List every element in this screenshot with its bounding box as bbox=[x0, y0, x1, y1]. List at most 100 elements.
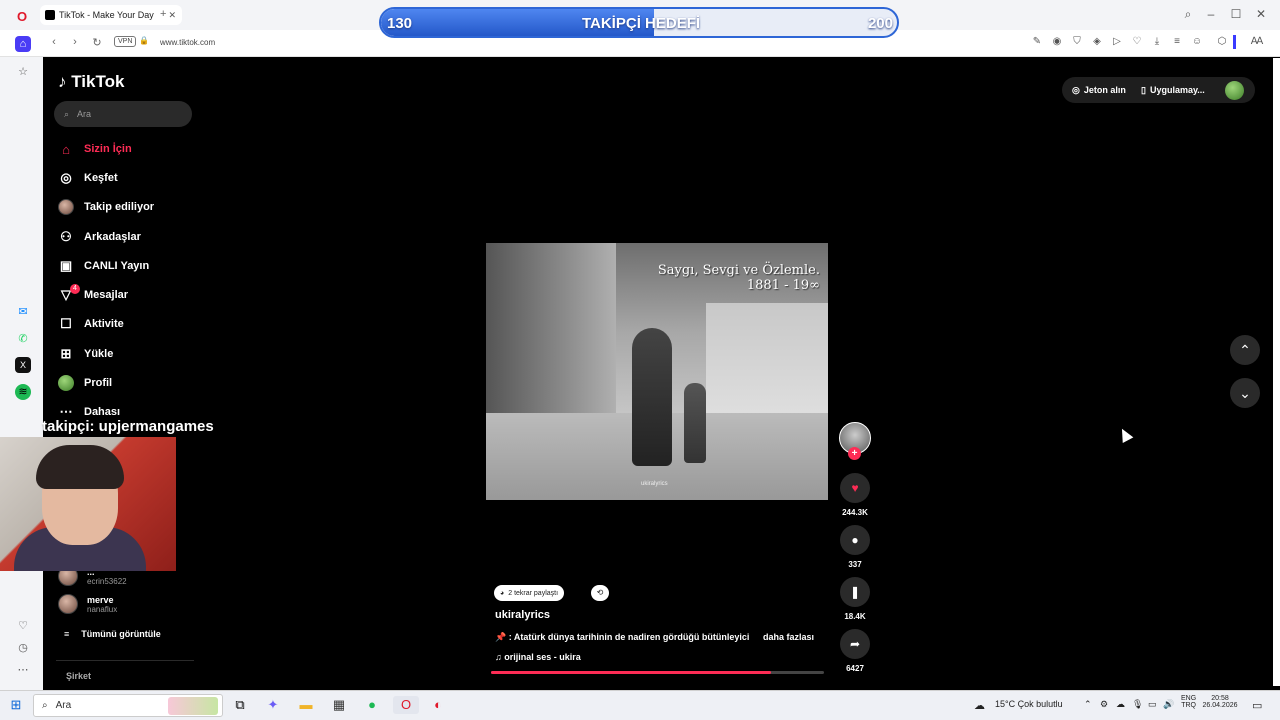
nav-messages[interactable]: ▽ Mesajlar bbox=[58, 284, 128, 306]
whatsapp-icon[interactable]: ✆ bbox=[15, 331, 31, 347]
nav-for-you[interactable]: ⌂ Sizin İçin bbox=[58, 138, 132, 160]
language-indicator[interactable]: ENG TRQ bbox=[1181, 695, 1196, 709]
tiktok-logo[interactable]: ♪ TikTok bbox=[58, 72, 124, 92]
new-tab-icon[interactable]: + bbox=[160, 8, 166, 20]
next-video-button[interactable]: ⌄ bbox=[1230, 378, 1260, 408]
reload-icon[interactable]: ↻ bbox=[90, 36, 104, 49]
video-author[interactable]: ukiralyrics bbox=[495, 609, 550, 621]
upload-icon: ⊞ bbox=[60, 346, 72, 361]
task-view-icon[interactable]: ⧉ bbox=[231, 696, 249, 714]
minimize-icon[interactable]: – bbox=[1203, 7, 1219, 21]
friends-icon: ⚇ bbox=[60, 229, 72, 244]
close-window-icon[interactable]: ✕ bbox=[1253, 7, 1269, 21]
scrollbar[interactable] bbox=[1273, 58, 1280, 686]
follower-overlay-text: takipçi: upjermangames bbox=[42, 418, 214, 435]
opera-gx-taskbar-icon[interactable]: ◐ bbox=[429, 696, 447, 714]
notifications-icon[interactable]: ▭ bbox=[1252, 699, 1262, 712]
home-workspace-icon[interactable]: ⌂ bbox=[15, 36, 31, 52]
nav-label: CANLI Yayın bbox=[84, 260, 150, 272]
maximize-icon[interactable]: ☐ bbox=[1228, 7, 1244, 21]
following-item[interactable]: merve nanaflux bbox=[58, 594, 117, 614]
like-button[interactable]: ♥ bbox=[840, 473, 870, 503]
vpn-badge[interactable]: VPN bbox=[114, 36, 137, 47]
ai-icon[interactable]: Ꜳ bbox=[1250, 36, 1264, 47]
follower-goal-bar: 130 TAKİPÇİ HEDEFİ 200 bbox=[379, 7, 899, 38]
star-icon[interactable]: ☆ bbox=[15, 64, 31, 80]
store-icon[interactable]: ▦ bbox=[330, 696, 348, 714]
clock-time: 20:58 bbox=[1211, 695, 1229, 702]
following-handle: ecrin53622 bbox=[87, 576, 127, 586]
video-player[interactable]: Saygı, Sevgi ve Özlemle. 1881 - 19∞ ukira… bbox=[486, 243, 828, 500]
taskbar-search[interactable]: ⌕ Ara bbox=[33, 694, 223, 717]
spotify-taskbar-icon[interactable]: ● bbox=[363, 696, 381, 714]
shield-icon[interactable]: ⛉ bbox=[1070, 36, 1084, 47]
url-field[interactable]: www.tiktok.com bbox=[160, 38, 215, 47]
previous-video-button[interactable]: ⌃ bbox=[1230, 335, 1260, 365]
microphone-icon[interactable]: 🎙 bbox=[1132, 699, 1143, 710]
search-highlight-image bbox=[168, 696, 218, 715]
search-input[interactable]: ⌕ Ara bbox=[54, 101, 192, 127]
search-icon: ⌕ bbox=[64, 108, 70, 119]
camera-icon[interactable]: ◉ bbox=[1050, 36, 1064, 47]
network-icon[interactable]: ▭ bbox=[1148, 699, 1157, 710]
more-dots-icon[interactable]: ⋯ bbox=[15, 662, 31, 678]
edit-icon[interactable]: ✎ bbox=[1030, 36, 1044, 47]
share-button[interactable]: ➦ bbox=[840, 629, 870, 659]
translate-icon[interactable]: ◈ bbox=[1090, 36, 1104, 47]
favorites-icon[interactable]: ♡ bbox=[15, 618, 31, 634]
forward-icon[interactable]: › bbox=[68, 36, 82, 48]
heart-outline-icon[interactable]: ♡ bbox=[1130, 36, 1144, 47]
music-info[interactable]: ♫ orijinal ses - ukira bbox=[495, 652, 581, 662]
nav-profile[interactable]: Profil bbox=[58, 372, 112, 394]
video-figure-man bbox=[632, 328, 672, 466]
repost-label: 2 tekrar paylaştı bbox=[508, 589, 559, 597]
company-link[interactable]: Şirket bbox=[66, 671, 91, 681]
nav-label: Takip ediliyor bbox=[84, 201, 155, 213]
opera-taskbar-icon[interactable]: O bbox=[393, 696, 419, 714]
tray-app-icon[interactable]: ⚙ bbox=[1100, 699, 1108, 710]
nav-live[interactable]: ▣ CANLI Yayın bbox=[58, 255, 149, 277]
comment-icon: ● bbox=[851, 533, 859, 547]
x-twitter-icon[interactable]: X bbox=[15, 357, 31, 373]
spotify-icon[interactable]: ≋ bbox=[15, 384, 31, 400]
nav-upload[interactable]: ⊞ Yükle bbox=[58, 343, 114, 365]
opera-logo-icon[interactable]: O bbox=[17, 9, 27, 24]
repost-badge[interactable]: ◕ 2 tekrar paylaştı bbox=[494, 585, 565, 601]
save-button[interactable]: ❚ bbox=[840, 577, 870, 607]
tray-chevron-icon[interactable]: ⌃ bbox=[1084, 699, 1092, 710]
see-all-link[interactable]: ≡ Tümünü görüntüle bbox=[64, 629, 161, 639]
nav-label: Arkadaşlar bbox=[84, 231, 141, 243]
extension-icon[interactable]: ⬡ bbox=[1215, 36, 1229, 47]
sidebar-toggle-icon[interactable] bbox=[1233, 35, 1236, 49]
see-more-link[interactable]: daha fazlası bbox=[763, 632, 814, 642]
nav-explore[interactable]: ◎ Keşfet bbox=[58, 167, 117, 189]
get-app-button[interactable]: ▯ Uygulamay... bbox=[1133, 79, 1213, 101]
weather-text[interactable]: 15°C Çok bulutlu bbox=[995, 699, 1063, 709]
see-all-label: Tümünü görüntüle bbox=[81, 629, 161, 639]
nav-friends[interactable]: ⚇ Arkadaşlar bbox=[58, 226, 141, 248]
play-icon[interactable]: ▷ bbox=[1110, 36, 1124, 47]
comment-button[interactable]: ● bbox=[840, 525, 870, 555]
video-progress-bar[interactable] bbox=[491, 671, 824, 674]
copilot-icon[interactable]: ✦ bbox=[264, 696, 282, 714]
get-coins-button[interactable]: ◎ Jeton alın bbox=[1064, 79, 1134, 101]
nav-following[interactable]: Takip ediliyor bbox=[58, 196, 154, 218]
home-icon: ⌂ bbox=[62, 141, 70, 157]
menu-icon[interactable]: ≡ bbox=[1170, 36, 1184, 47]
tray-cloud-icon[interactable]: ☁ bbox=[1116, 699, 1125, 710]
messenger-icon[interactable]: ✉ bbox=[15, 304, 31, 320]
windows-start-icon[interactable]: ⊞ bbox=[7, 696, 25, 714]
profile-icon[interactable]: ☺ bbox=[1190, 36, 1204, 47]
clock[interactable]: 20:58 26.04.2026 bbox=[1202, 695, 1238, 709]
search-tabs-icon[interactable]: ⌕ bbox=[1180, 7, 1196, 22]
follow-plus-button[interactable]: + bbox=[848, 447, 861, 460]
back-icon[interactable]: ‹ bbox=[47, 36, 61, 48]
user-avatar[interactable] bbox=[1225, 81, 1244, 100]
download-icon[interactable]: ⤓ bbox=[1150, 36, 1164, 47]
nav-activity[interactable]: ☐ Aktivite bbox=[58, 313, 124, 335]
history-icon[interactable]: ◷ bbox=[15, 640, 31, 656]
file-explorer-icon[interactable]: ▬ bbox=[297, 696, 315, 714]
close-tab-icon[interactable]: ✕ bbox=[168, 10, 176, 21]
repost-icon[interactable]: ⟲ bbox=[591, 585, 609, 601]
volume-icon[interactable]: 🔊 bbox=[1163, 699, 1174, 710]
